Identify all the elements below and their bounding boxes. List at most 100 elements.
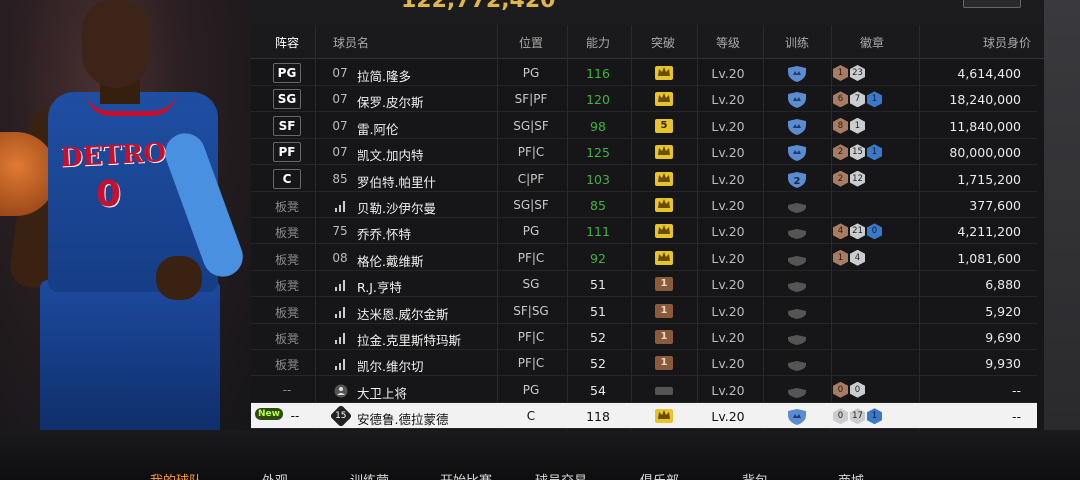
signal-icon bbox=[334, 198, 348, 212]
bottom-nav-item[interactable]: 开始比赛 bbox=[440, 470, 492, 480]
player-position: SG bbox=[522, 277, 540, 292]
table-row[interactable]: C 85 罗伯特.帕里什 C|PF 103 Lv.20 2 2 12 1,715,200 bbox=[251, 166, 1037, 192]
player-name[interactable]: 罗伯特.帕里什 bbox=[357, 172, 436, 191]
badge-group: 0 17 1 bbox=[833, 408, 882, 425]
training-icon[interactable] bbox=[786, 330, 808, 345]
lineup-slot[interactable]: SF bbox=[273, 115, 301, 136]
badge-icon: 0 bbox=[833, 381, 848, 398]
training-icon[interactable] bbox=[786, 251, 808, 266]
breakthrough-badge: 1 bbox=[655, 356, 673, 371]
new-badge: New bbox=[255, 408, 283, 421]
jersey-number: 07 bbox=[332, 92, 348, 107]
bottom-nav-item[interactable]: 背包 bbox=[742, 470, 768, 480]
training-icon[interactable] bbox=[786, 118, 808, 135]
table-row[interactable]: 板凳 凯尔.维尔切 PF|C 52 1 Lv.20 9,930 bbox=[251, 350, 1037, 377]
breakthrough-badge: 1 bbox=[655, 303, 673, 318]
header-badges[interactable]: 徽章 bbox=[845, 34, 899, 51]
table-row[interactable]: 板凳 贝勒.沙伊尔曼 SG|SF 85 Lv.20 377,600 bbox=[251, 192, 1037, 218]
table-row[interactable]: SG 07 保罗.皮尔斯 SF|PF 120 Lv.20 6 7 1 18,240,000 bbox=[251, 86, 1037, 113]
player-name[interactable]: R.J.亨特 bbox=[357, 277, 402, 296]
player-name[interactable]: 拉简.隆多 bbox=[357, 66, 411, 85]
table-row[interactable]: 板凳 75 乔乔.怀特 PG 111 Lv.20 4 21 0 4,211,200 bbox=[251, 218, 1037, 245]
crown-icon bbox=[655, 92, 673, 107]
training-icon[interactable] bbox=[786, 92, 808, 109]
player-level: Lv.20 bbox=[711, 66, 745, 81]
player-value: 377,600 bbox=[969, 198, 1021, 213]
header-level[interactable]: 等级 bbox=[701, 34, 755, 51]
jersey-number: 15 bbox=[329, 404, 353, 428]
training-icon[interactable] bbox=[786, 145, 808, 162]
player-name[interactable]: 雷.阿伦 bbox=[357, 119, 398, 138]
badge-icon: 1 bbox=[850, 117, 865, 134]
bottom-nav-item[interactable]: 球员交易 bbox=[535, 470, 587, 480]
table-row[interactable]: SF 07 雷.阿伦 SG|SF 98 5 Lv.20 8 1 11,840,000 bbox=[251, 113, 1037, 139]
table-row[interactable]: PF 07 凯文.加内特 PF|C 125 Lv.20 2 15 1 80,000,000 bbox=[251, 139, 1037, 166]
bottom-nav-item[interactable]: 商城 bbox=[838, 470, 864, 480]
player-name[interactable]: 凯尔.维尔切 bbox=[357, 356, 423, 375]
badge-icon: 21 bbox=[850, 223, 865, 240]
table-row[interactable]: PG 07 拉简.隆多 PG 116 Lv.20 1 23 4,614,400 bbox=[251, 60, 1037, 86]
badge-icon: 8 bbox=[833, 117, 848, 134]
top-button[interactable] bbox=[963, 0, 1021, 8]
player-name[interactable]: 保罗.皮尔斯 bbox=[357, 92, 423, 111]
lineup-slot[interactable]: C bbox=[273, 168, 301, 189]
table-row[interactable]: 板凳 拉金.克里斯特玛斯 PF|C 52 1 Lv.20 9,690 bbox=[251, 324, 1037, 350]
table-row[interactable]: -- 大卫上将 PG 54 Lv.20 0 0 -- bbox=[251, 377, 1037, 403]
lineup-slot: 板凳 bbox=[274, 305, 299, 320]
header-lineup[interactable]: 阵容 bbox=[265, 34, 309, 51]
badge-group: 1 23 bbox=[833, 65, 865, 81]
bottom-nav-item[interactable]: 俱乐部 bbox=[640, 470, 679, 480]
badge-icon: 0 bbox=[850, 381, 865, 398]
player-ability: 54 bbox=[590, 382, 606, 398]
bottom-nav-item[interactable]: 我的球队 bbox=[150, 470, 202, 480]
training-icon[interactable] bbox=[786, 198, 808, 213]
header-breakthrough[interactable]: 突破 bbox=[636, 34, 690, 51]
table-row[interactable]: 板凳 08 格伦.戴维斯 PF|C 92 Lv.20 1 4 1,081,600 bbox=[251, 245, 1037, 271]
player-name[interactable]: 达米恩.威尔金斯 bbox=[357, 304, 448, 323]
table-row[interactable]: 板凳 R.J.亨特 SG 51 1 Lv.20 6,880 bbox=[251, 271, 1037, 298]
training-icon[interactable]: 2 bbox=[786, 171, 808, 188]
header-value[interactable]: 球员身价 bbox=[941, 34, 1031, 51]
badge-icon: 0 bbox=[867, 223, 882, 240]
lineup-slot: 板凳 bbox=[274, 252, 299, 267]
header-position[interactable]: 位置 bbox=[499, 34, 563, 51]
lineup-slot[interactable]: PF bbox=[273, 142, 301, 163]
player-ability: 120 bbox=[586, 92, 610, 108]
bottom-nav-item[interactable]: 外观 bbox=[262, 470, 288, 480]
table-row[interactable]: 板凳 达米恩.威尔金斯 SF|SG 51 1 Lv.20 5,920 bbox=[251, 298, 1037, 324]
lineup-slot[interactable]: SG bbox=[273, 89, 301, 110]
training-icon[interactable] bbox=[786, 66, 808, 82]
player-value: -- bbox=[1011, 382, 1021, 398]
player-name[interactable]: 乔乔.怀特 bbox=[357, 224, 411, 243]
breakthrough-badge bbox=[655, 386, 673, 395]
lineup-slot: 板凳 bbox=[274, 358, 299, 373]
player-ability: 118 bbox=[586, 409, 610, 425]
lineup-slot: 板凳 bbox=[274, 332, 299, 346]
breakthrough-badge: 1 bbox=[655, 330, 673, 344]
badge-icon: 1 bbox=[833, 65, 848, 81]
player-name[interactable]: 格伦.戴维斯 bbox=[357, 251, 423, 270]
training-icon[interactable] bbox=[786, 224, 808, 240]
badge-icon: 0 bbox=[833, 408, 848, 425]
lineup-slot[interactable]: PG bbox=[273, 63, 301, 83]
training-icon[interactable] bbox=[786, 409, 808, 426]
training-icon[interactable] bbox=[786, 304, 808, 319]
player-name[interactable]: 大卫上将 bbox=[357, 383, 407, 402]
header-training[interactable]: 训练 bbox=[770, 34, 824, 51]
total-value: 122,772,420 bbox=[401, 0, 556, 13]
training-icon[interactable] bbox=[786, 356, 808, 372]
signal-icon bbox=[334, 277, 348, 292]
training-icon[interactable] bbox=[786, 277, 808, 293]
training-icon[interactable] bbox=[786, 383, 808, 398]
bottom-nav-item[interactable]: 训练营 bbox=[350, 470, 389, 480]
signal-icon bbox=[334, 356, 348, 371]
player-name[interactable]: 贝勒.沙伊尔曼 bbox=[357, 198, 436, 217]
player-name[interactable]: 安德鲁.德拉蒙德 bbox=[357, 409, 448, 428]
player-name[interactable]: 拉金.克里斯特玛斯 bbox=[357, 330, 461, 349]
header-name[interactable]: 球员名 bbox=[333, 34, 369, 51]
player-name[interactable]: 凯文.加内特 bbox=[357, 145, 423, 164]
player-value: 6,880 bbox=[985, 277, 1021, 293]
table-row[interactable]: New -- 15 安德鲁.德拉蒙德 C 118 Lv.20 0 17 1 -- bbox=[251, 403, 1037, 430]
player-level: Lv.20 bbox=[711, 277, 745, 293]
header-ability[interactable]: 能力 bbox=[571, 34, 625, 51]
